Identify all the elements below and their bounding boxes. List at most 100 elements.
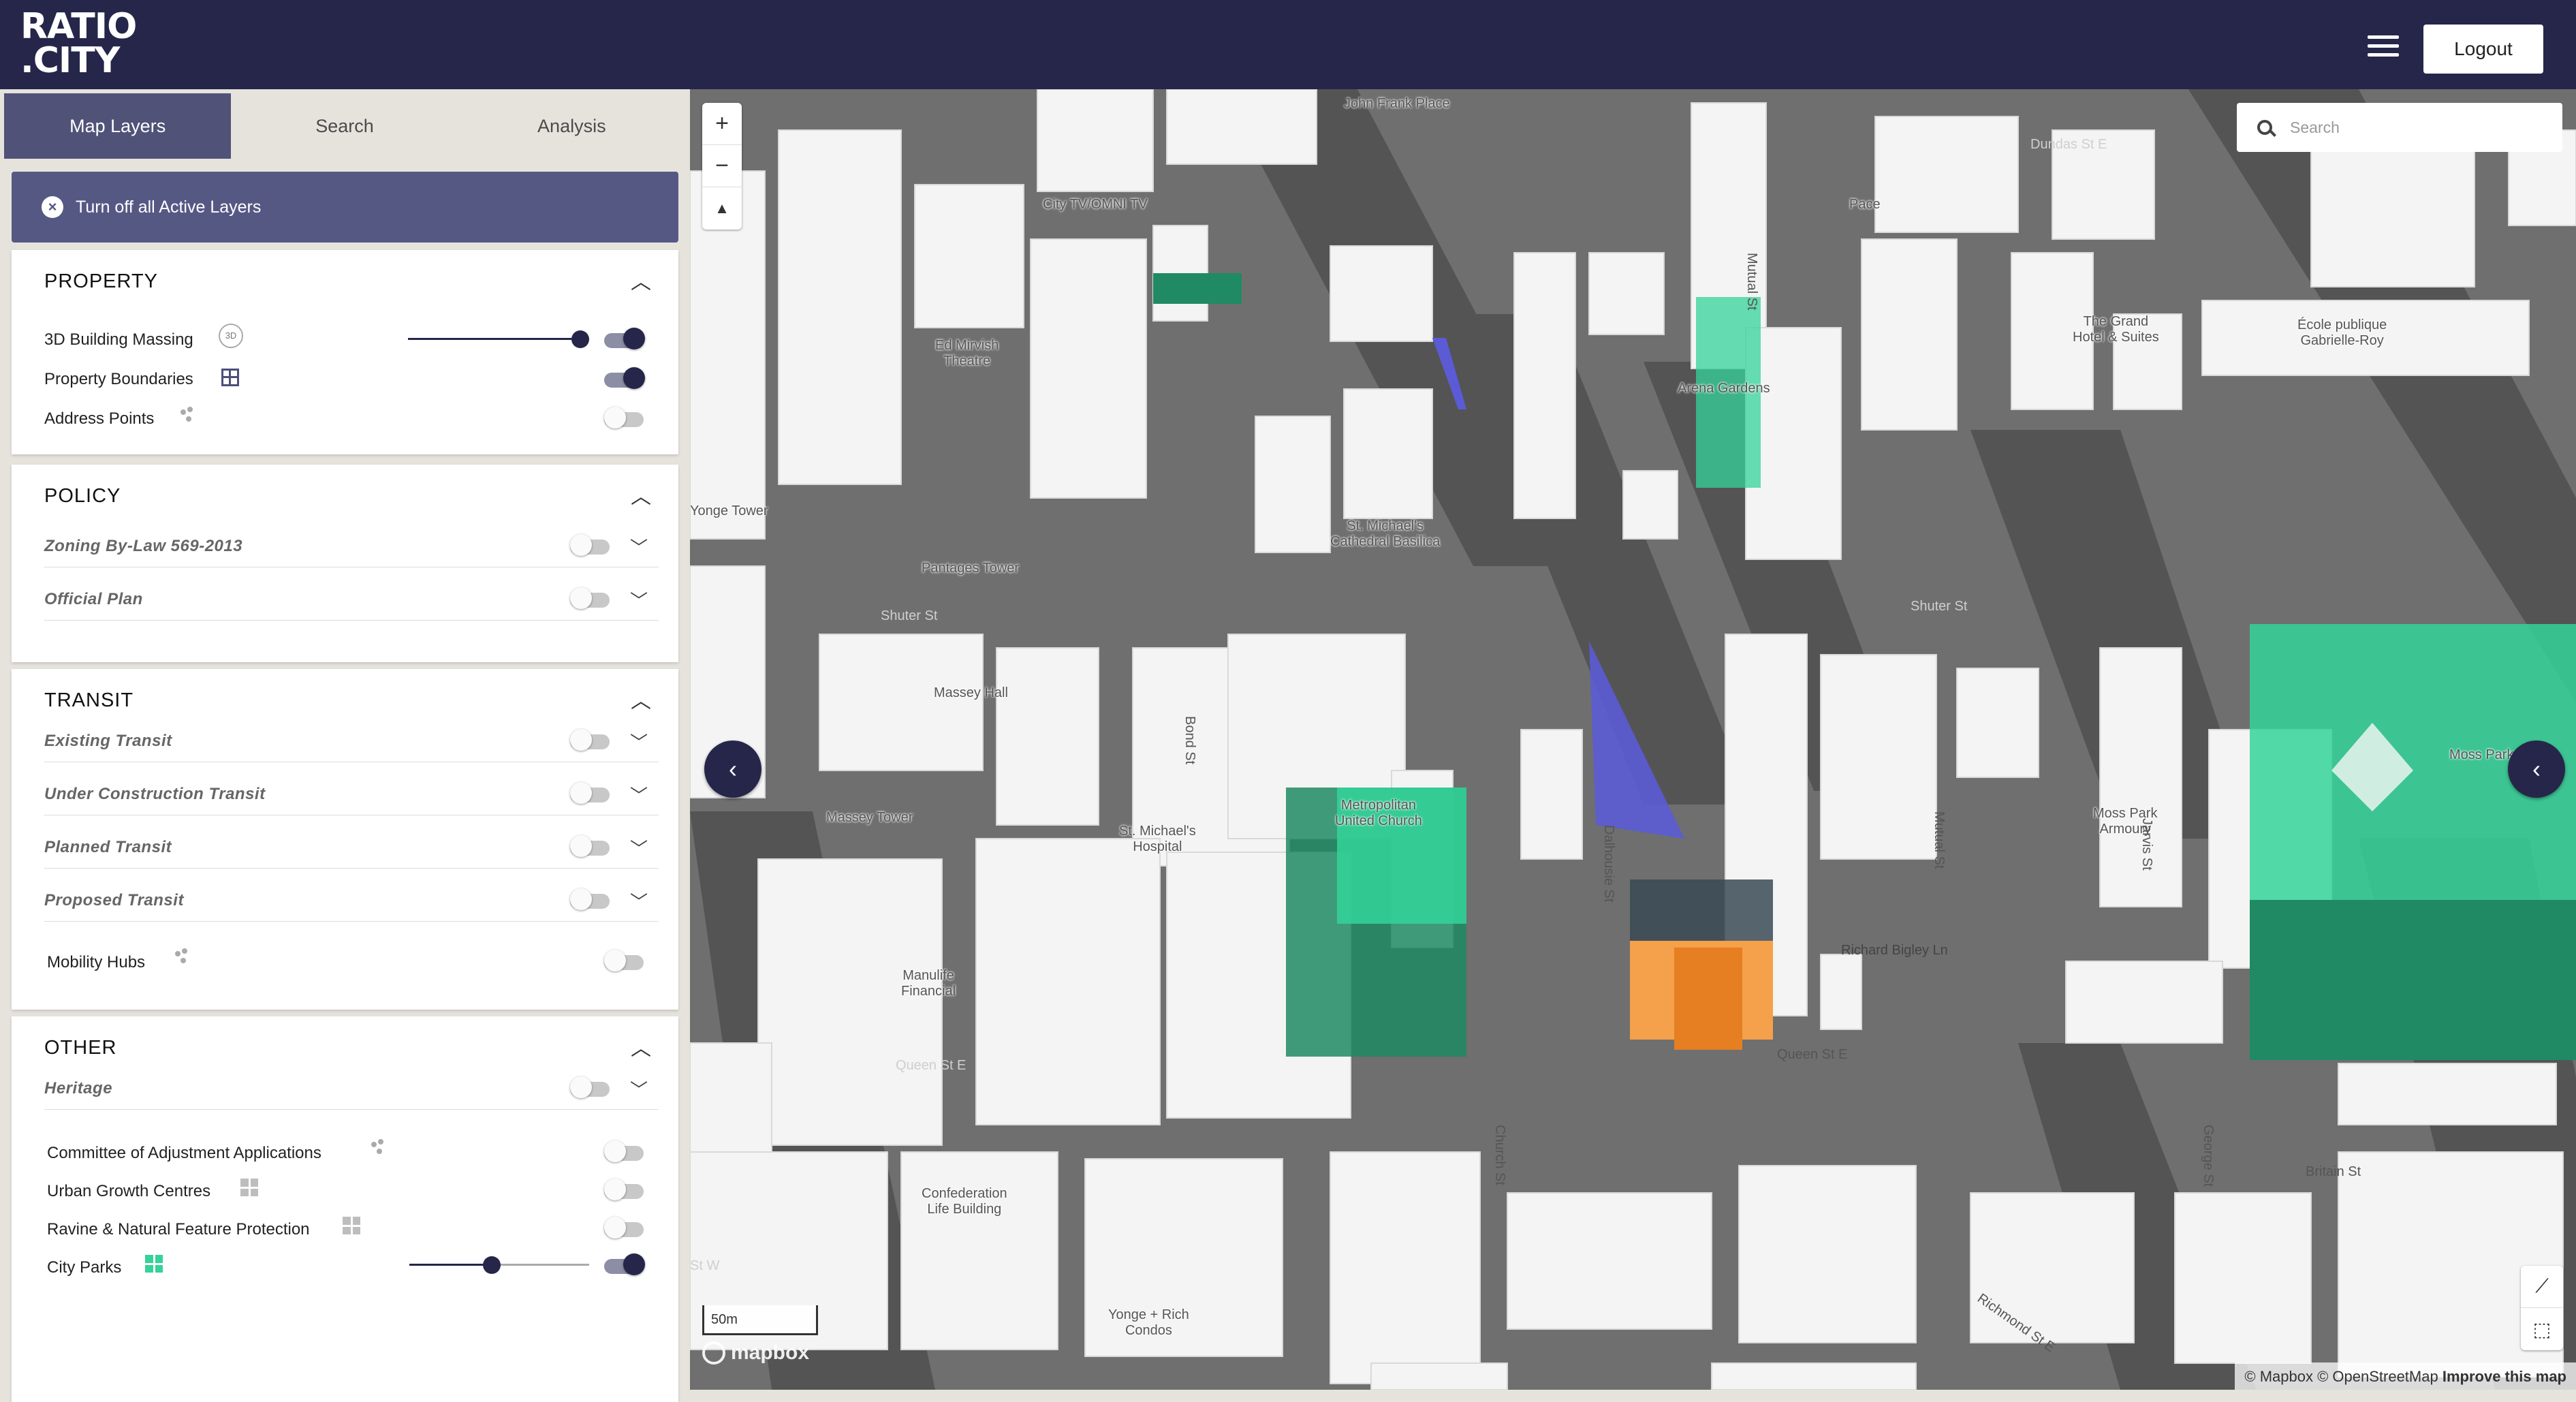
official-plan-toggle[interactable]: [570, 586, 614, 610]
layer-label-urban-growth-centres: Urban Growth Centres: [47, 1182, 211, 1200]
map-label: St. Michael's Hospital: [1119, 824, 1196, 854]
map-label: Confederation Life Building: [922, 1186, 1007, 1217]
sidebar-tabs: Map Layers Search Analysis: [4, 93, 685, 159]
logo-line-1: RATIO: [20, 6, 137, 47]
draw-polygon-icon[interactable]: ⬚: [2521, 1308, 2563, 1350]
map-label: Dundas St E: [2030, 137, 2107, 152]
3d-building-massing-toggle[interactable]: [604, 326, 648, 351]
draw-line-icon[interactable]: ⟋: [2521, 1266, 2563, 1308]
map-label: Shuter St: [881, 608, 938, 623]
existing-transit-toggle[interactable]: [570, 728, 614, 752]
zoom-in-button[interactable]: +: [702, 103, 742, 145]
compass-icon[interactable]: ▲: [702, 187, 742, 230]
committee-of-adjustment-toggle[interactable]: [604, 1139, 648, 1164]
zoning-by-law-toggle[interactable]: [570, 533, 614, 557]
map-label: Yonge Tower: [690, 503, 768, 518]
tab-map-layers[interactable]: Map Layers: [4, 93, 232, 159]
layer-label-city-parks: City Parks: [47, 1258, 122, 1277]
collapse-right-panel-button[interactable]: ‹: [2508, 741, 2565, 798]
chevron-up-icon[interactable]: ︿: [631, 1031, 651, 1061]
section-title-other: OTHER: [44, 1037, 117, 1059]
map-label: Bond St: [1182, 716, 1197, 765]
map-search-input[interactable]: [2290, 118, 2549, 137]
attribution-text[interactable]: © Mapbox © OpenStreetMap: [2244, 1368, 2438, 1385]
layer-label-property-boundaries: Property Boundaries: [44, 370, 193, 388]
planned-transit-toggle[interactable]: [570, 834, 614, 858]
map-label: Mutual St: [1744, 253, 1759, 311]
map-label: Moss Park: [2449, 747, 2514, 762]
logout-button[interactable]: Logout: [2423, 25, 2543, 74]
chevron-down-icon[interactable]: ﹀: [630, 534, 648, 559]
chevron-down-icon[interactable]: ﹀: [630, 1076, 648, 1102]
ravine-protection-toggle[interactable]: [604, 1215, 648, 1240]
layer-label-mobility-hubs: Mobility Hubs: [47, 953, 146, 971]
section-title-property: PROPERTY: [44, 270, 159, 292]
layer-label-existing-transit: Existing Transit: [44, 732, 172, 750]
layer-label-official-plan: Official Plan: [44, 590, 143, 608]
mobility-hubs-toggle[interactable]: [604, 948, 648, 973]
map-label: St. Michael's Cathedral Basilica: [1330, 518, 1441, 549]
chevron-down-icon[interactable]: ﹀: [630, 782, 648, 807]
map-label: George St: [2201, 1125, 2216, 1187]
map-label: Richard Bigley Ln: [1841, 943, 1948, 958]
chevron-up-icon[interactable]: ︿: [631, 265, 651, 295]
map-label: St W: [690, 1258, 720, 1273]
chevron-down-icon[interactable]: ﹀: [630, 888, 648, 914]
under-construction-transit-toggle[interactable]: [570, 781, 614, 805]
squares-icon: [343, 1217, 360, 1234]
address-points-toggle[interactable]: [604, 405, 648, 430]
divider: [44, 868, 659, 869]
map-label: Queen St E: [896, 1058, 967, 1073]
heritage-toggle[interactable]: [570, 1075, 614, 1100]
tab-search[interactable]: Search: [231, 93, 458, 159]
tab-analysis[interactable]: Analysis: [458, 93, 685, 159]
city-parks-toggle[interactable]: [604, 1252, 648, 1277]
dots-icon: [174, 948, 191, 966]
search-icon: [2257, 120, 2272, 135]
chevron-up-icon[interactable]: ︿: [631, 480, 651, 510]
map-label: Jarvis St: [2139, 818, 2154, 871]
map-label: Yonge + Rich Condos: [1108, 1307, 1189, 1338]
chevron-up-icon[interactable]: ︿: [631, 684, 651, 714]
turn-off-all-label: Turn off all Active Layers: [76, 197, 262, 217]
property-boundaries-toggle[interactable]: [604, 366, 648, 390]
map-label: Dalhousie St: [1601, 825, 1616, 903]
improve-map-link[interactable]: Improve this map: [2443, 1368, 2566, 1385]
collapse-left-panel-button[interactable]: ‹: [704, 741, 761, 798]
close-circle-icon: ×: [42, 196, 63, 218]
3d-massing-opacity-slider[interactable]: [408, 326, 593, 351]
mapbox-logo-text: mapbox: [731, 1341, 810, 1364]
map-label: City TV/OMNI TV: [1043, 197, 1148, 212]
urban-growth-centres-toggle[interactable]: [604, 1177, 648, 1202]
chevron-down-icon[interactable]: ﹀: [630, 587, 648, 612]
map-label: Metropolitan United Church: [1335, 798, 1422, 828]
city-parks-opacity-slider[interactable]: [409, 1252, 589, 1277]
turn-off-all-layers-button[interactable]: × Turn off all Active Layers: [12, 172, 678, 243]
map-label: Massey Hall: [934, 685, 1008, 700]
map-label: Pantages Tower: [922, 561, 1020, 576]
mapbox-logo[interactable]: mapbox: [702, 1341, 809, 1365]
layer-label-proposed-transit: Proposed Transit: [44, 891, 184, 909]
3d-icon: 3D: [219, 324, 243, 348]
map-label: Manulife Financial: [901, 968, 956, 999]
chevron-down-icon[interactable]: ﹀: [630, 729, 648, 754]
map-canvas[interactable]: John Frank Place City TV/OMNI TV Dundas …: [690, 89, 2576, 1390]
logo-line-2: .CITY: [20, 40, 120, 81]
chevron-down-icon[interactable]: ﹀: [630, 835, 648, 860]
layer-label-heritage: Heritage: [44, 1079, 113, 1097]
layer-label-committee-of-adjustment: Committee of Adjustment Applications: [47, 1144, 321, 1162]
zoom-out-button[interactable]: −: [702, 145, 742, 187]
hamburger-icon[interactable]: [2368, 35, 2399, 57]
squares-icon: [240, 1179, 258, 1196]
map-label: Arena Gardens: [1678, 381, 1770, 396]
dots-icon: [370, 1139, 388, 1157]
ratio-city-logo[interactable]: RATIO .CITY: [20, 6, 137, 81]
green-squares-icon: [145, 1255, 163, 1273]
layer-label-planned-transit: Planned Transit: [44, 838, 172, 856]
map-label: Britain St: [2306, 1164, 2361, 1179]
proposed-transit-toggle[interactable]: [570, 887, 614, 912]
map-label: Pace: [1849, 197, 1881, 212]
map-label: Queen St E: [1777, 1047, 1848, 1062]
layer-label-address-points: Address Points: [44, 409, 155, 428]
map-search-box: [2237, 103, 2562, 152]
